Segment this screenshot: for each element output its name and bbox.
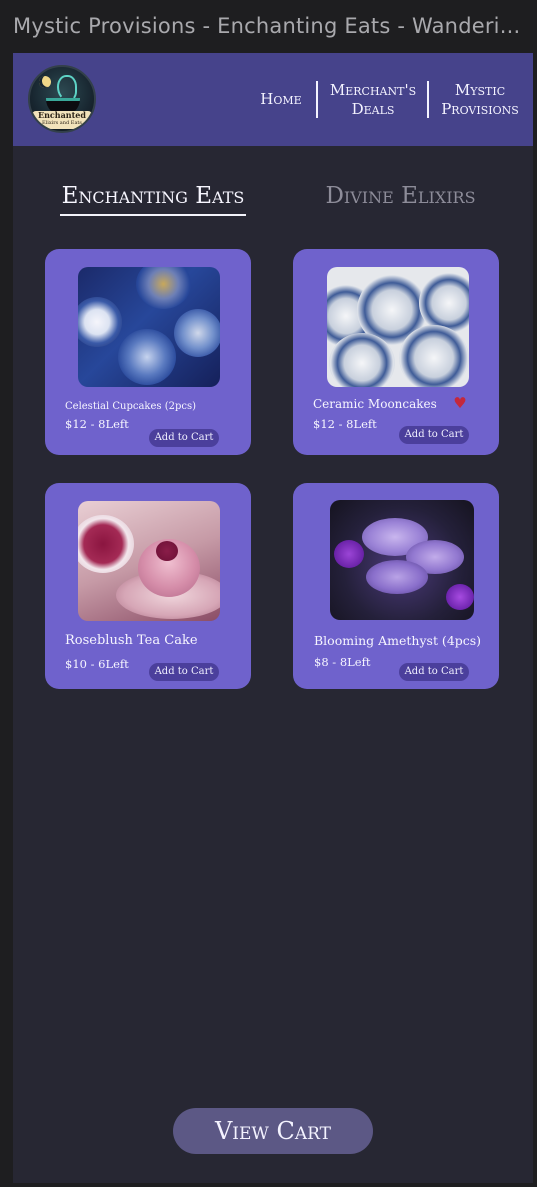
product-card[interactable]: Blooming Amethyst (4pcs) $8 - 8Left Add …: [293, 483, 499, 689]
product-card[interactable]: Ceramic Mooncakes ♥ $12 - 8Left Add to C…: [293, 249, 499, 455]
nav-divider: [427, 81, 429, 118]
product-card[interactable]: Celestial Cupcakes (2pcs) $12 - 8Left Ad…: [45, 249, 251, 455]
add-to-cart-button[interactable]: Add to Cart: [399, 663, 469, 681]
product-price-stock: $12 - 8Left: [313, 417, 377, 431]
cupcakes-image[interactable]: [78, 267, 220, 387]
nav-home[interactable]: Home: [257, 90, 305, 109]
product-price-stock: $12 - 8Left: [65, 417, 129, 431]
product-name: Blooming Amethyst (4pcs): [314, 633, 482, 648]
add-to-cart-button[interactable]: Add to Cart: [149, 429, 219, 447]
favorite-heart-icon[interactable]: ♥: [452, 396, 468, 411]
amethyst-cookies-image[interactable]: [330, 500, 474, 620]
app-frame: Enchanted Elixirs and Eats Home Merchant…: [13, 53, 533, 1183]
tab-enchanting-eats[interactable]: Enchanting Eats: [53, 180, 253, 212]
logo[interactable]: Enchanted Elixirs and Eats: [28, 65, 96, 133]
moon-icon: [39, 76, 51, 88]
nav-mystic-provisions[interactable]: Mystic Provisions: [436, 81, 524, 119]
product-name: Roseblush Tea Cake: [65, 633, 198, 648]
product-name: Celestial Cupcakes (2pcs): [65, 401, 197, 412]
nav-divider: [316, 81, 318, 118]
product-card[interactable]: Roseblush Tea Cake $10 - 6Left Add to Ca…: [45, 483, 251, 689]
tab-divine-elixirs[interactable]: Divine Elixirs: [313, 180, 488, 212]
active-tab-underline: [60, 214, 246, 216]
tea-cake-image[interactable]: [78, 501, 220, 621]
add-to-cart-button[interactable]: Add to Cart: [149, 663, 219, 681]
logo-text: Enchanted Elixirs and Eats: [32, 111, 92, 129]
logo-line-2: Elixirs and Eats: [41, 120, 82, 126]
product-price-stock: $10 - 6Left: [65, 657, 129, 671]
navbar: Enchanted Elixirs and Eats Home Merchant…: [13, 53, 533, 146]
mooncakes-image[interactable]: [327, 267, 469, 387]
product-price-stock: $8 - 8Left: [314, 655, 371, 669]
logo-line-1: Enchanted: [38, 110, 86, 120]
nav-merchants-deals[interactable]: Merchant's Deals: [325, 81, 421, 119]
window-title: Mystic Provisions - Enchanting Eats - Wa…: [13, 14, 521, 38]
product-name: Ceramic Mooncakes: [313, 397, 437, 411]
add-to-cart-button[interactable]: Add to Cart: [399, 426, 469, 444]
view-cart-button[interactable]: View Cart: [173, 1108, 373, 1154]
